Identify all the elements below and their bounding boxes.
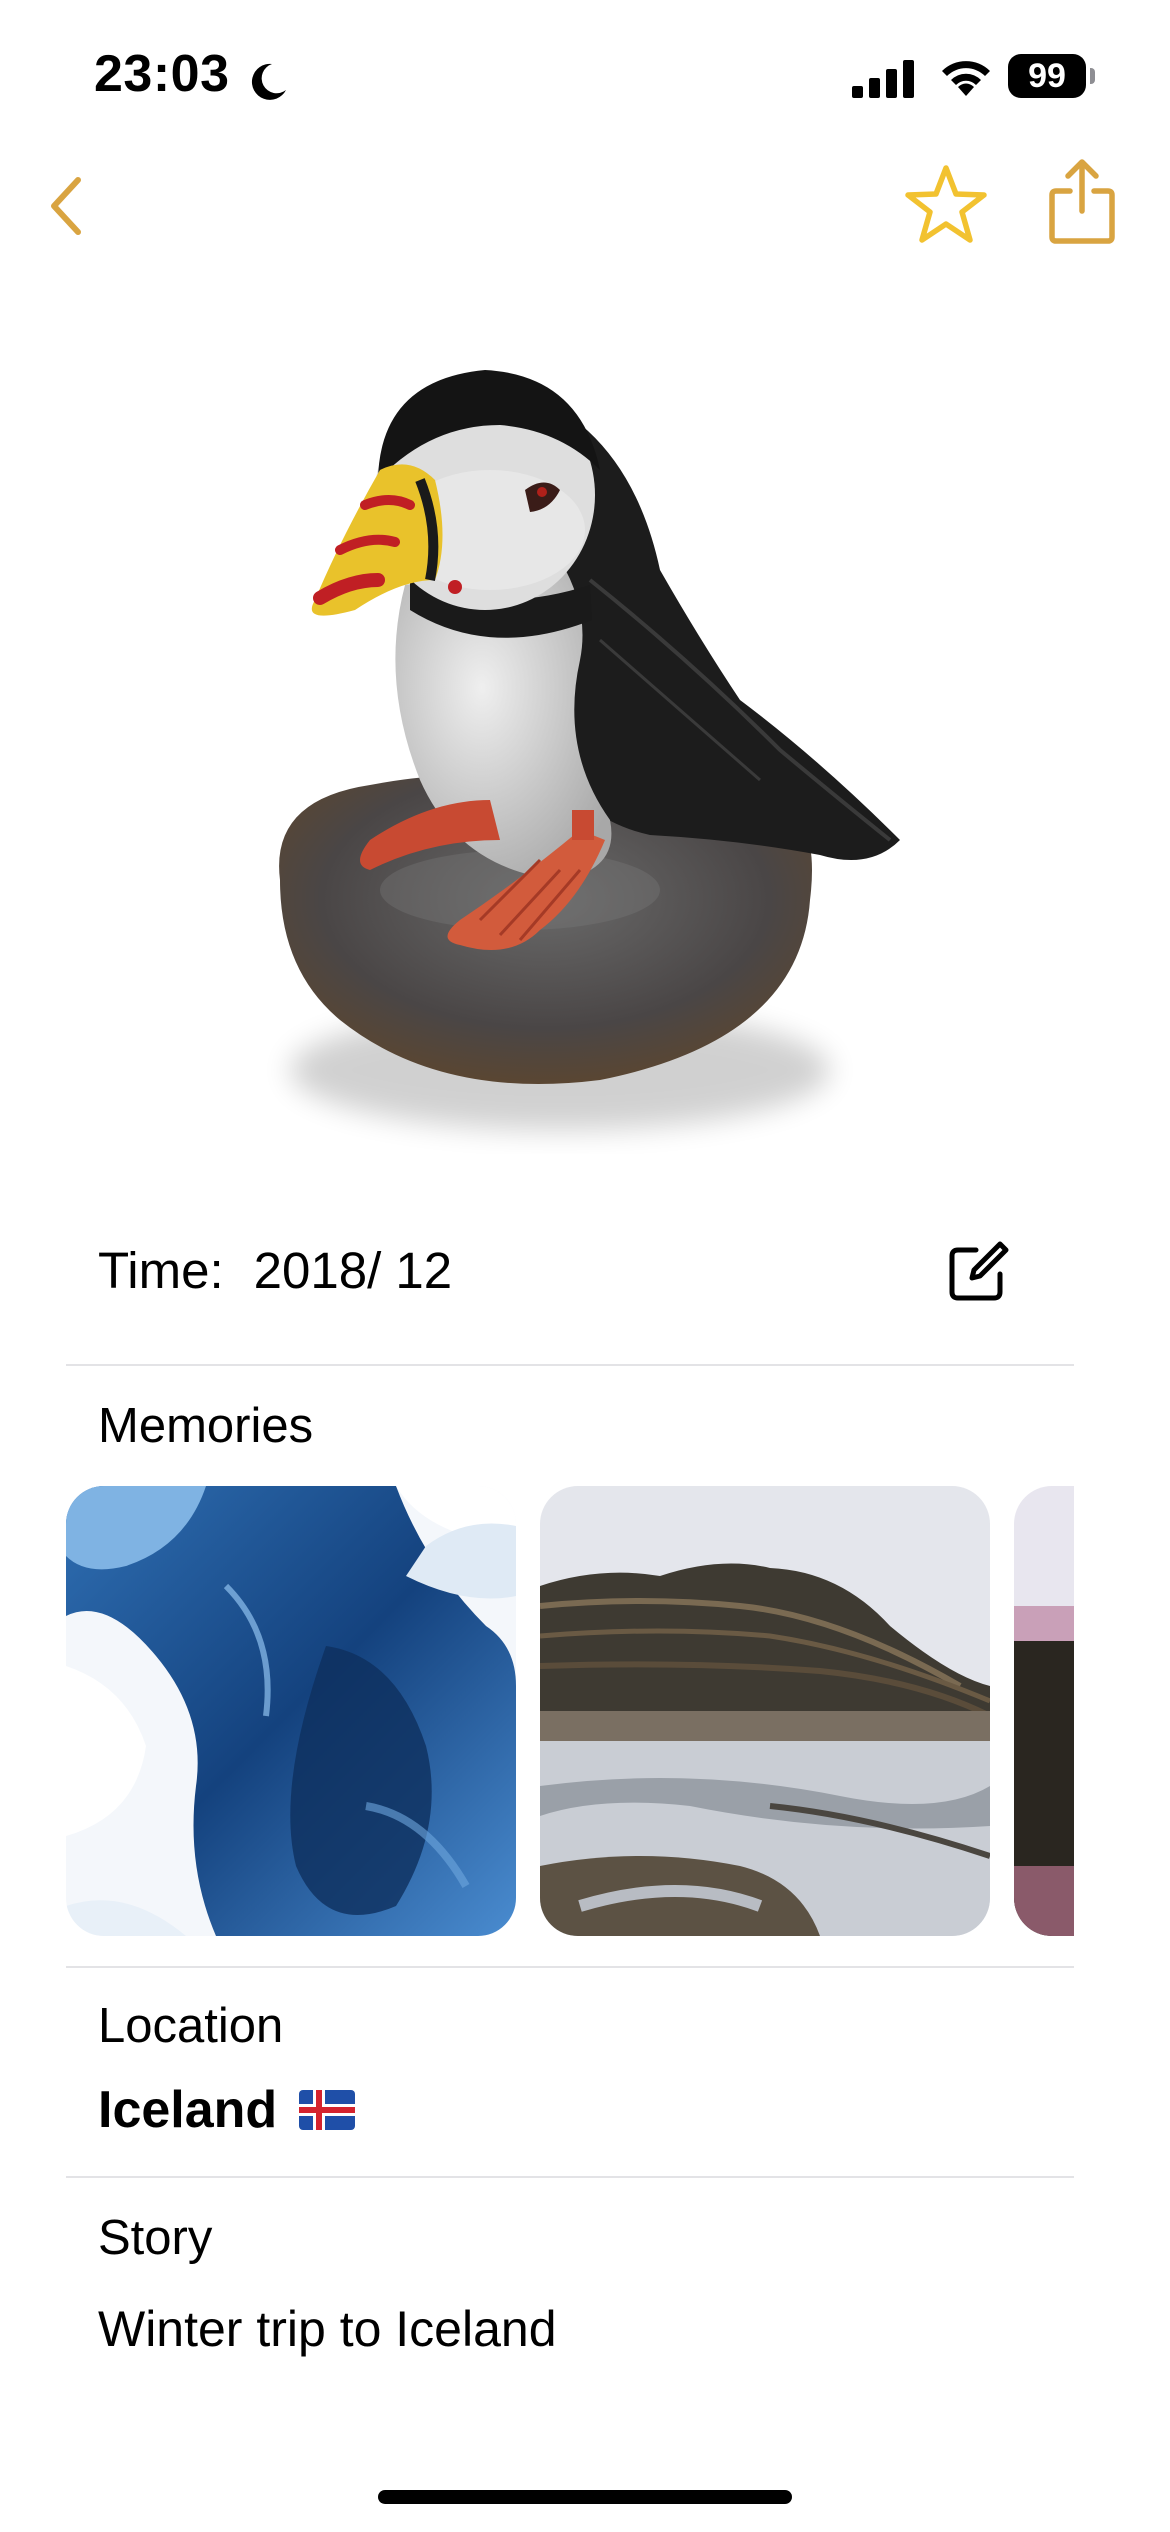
divider — [66, 1364, 1074, 1366]
memory-photo-ice-cave[interactable] — [66, 1486, 516, 1936]
share-button[interactable] — [1034, 152, 1130, 252]
time-row: Time: 2018/ 12 — [98, 1230, 452, 1310]
divider — [66, 1966, 1074, 1968]
status-time: 23:03 — [94, 45, 230, 103]
story-title: Story — [98, 2211, 213, 2265]
iceland-flag-icon — [299, 2090, 356, 2130]
battery-tip — [1090, 68, 1095, 84]
wifi-icon — [942, 61, 990, 96]
memory-photo-mountain[interactable] — [540, 1486, 990, 1936]
edit-icon — [949, 1241, 1009, 1301]
moon-icon — [251, 63, 286, 100]
divider — [66, 2176, 1074, 2178]
memories-carousel[interactable] — [66, 1486, 1074, 1936]
favorite-button[interactable] — [898, 156, 994, 252]
battery-icon: 99 — [1008, 54, 1086, 98]
location-name: Iceland — [98, 2081, 278, 2139]
chevron-left-icon — [51, 177, 81, 235]
time-label: Time: — [98, 1241, 224, 1299]
star-icon — [905, 165, 987, 243]
home-indicator[interactable] — [378, 2490, 792, 2504]
back-button[interactable] — [36, 166, 96, 246]
location-title: Location — [98, 1999, 284, 2053]
time-value: 2018/ 12 — [253, 1241, 453, 1299]
memories-title: Memories — [98, 1399, 314, 1453]
share-icon — [1049, 159, 1115, 244]
status-bar: 23:03 99 — [0, 0, 1170, 150]
cellular-signal-icon — [852, 60, 914, 98]
edit-button[interactable] — [940, 1234, 1016, 1310]
puffin-figurine-image — [279, 370, 900, 1130]
location-value: Iceland — [98, 2080, 356, 2140]
memory-photo-sunset[interactable] — [1014, 1486, 1074, 1936]
story-text: Winter trip to Iceland — [98, 2301, 557, 2357]
battery-level: 99 — [1028, 56, 1066, 95]
